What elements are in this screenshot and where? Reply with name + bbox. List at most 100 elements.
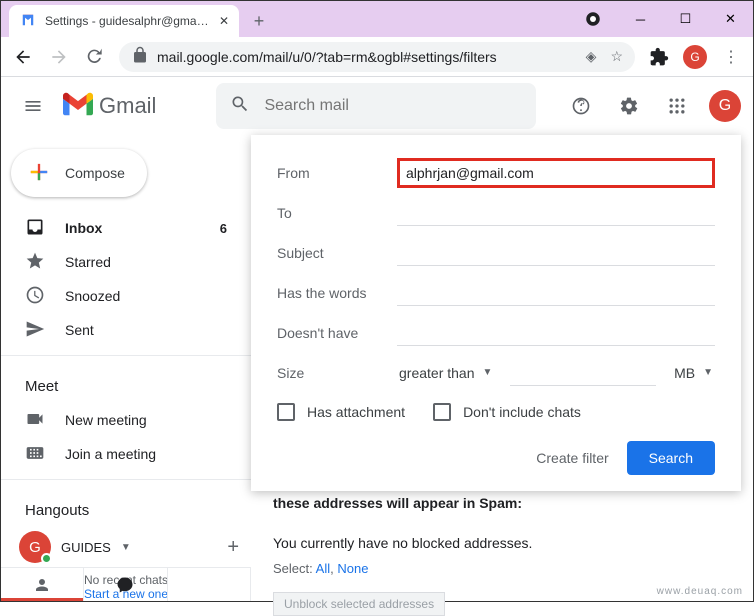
keyboard-icon [25,443,45,466]
hangouts-avatar: G [19,531,51,563]
doesnt-have-input[interactable] [397,321,715,346]
tab-title: Settings - guidesalphr@gmail.co [45,14,211,28]
new-chat-button[interactable]: + [227,536,239,559]
plus-icon [25,158,53,189]
search-bar[interactable] [216,83,536,129]
settings-background: these addresses will appear in Spam: You… [273,495,733,616]
size-unit-dropdown[interactable]: MB▼ [672,361,715,386]
sidebar-item-sent[interactable]: Sent [1,313,239,347]
incognito-icon [578,10,608,28]
size-label: Size [277,365,397,381]
back-button[interactable] [11,45,35,69]
chevron-down-icon: ▼ [703,367,713,378]
select-all-link[interactable]: All [316,561,330,576]
search-icon [230,94,250,119]
bookmark-star-icon[interactable]: ☆ [610,48,623,65]
calls-tab[interactable] [168,568,251,601]
join-meeting-button[interactable]: Join a meeting [1,437,251,471]
sidebar: Compose Inbox 6 Starred Snoozed Sent Mee… [1,135,251,601]
send-icon [25,319,45,342]
reload-button[interactable] [83,45,107,69]
select-label: Select: [273,561,313,576]
address-bar[interactable]: mail.google.com/mail/u/0/?tab=rm&ogbl#se… [119,42,635,72]
presence-indicator-icon [41,553,52,564]
sidebar-label: Inbox [65,220,102,236]
gmail-logo-text: Gmail [99,93,156,119]
settings-button[interactable] [609,86,649,126]
support-button[interactable] [561,86,601,126]
hangouts-username: GUIDES [61,540,111,555]
new-tab-button[interactable]: + [245,7,273,35]
browser-menu-icon[interactable]: ⋮ [719,45,743,69]
video-icon [25,409,45,432]
no-blocked-text: You currently have no blocked addresses. [273,535,733,551]
has-words-label: Has the words [277,285,397,301]
star-icon [25,251,45,274]
compose-button[interactable]: Compose [11,149,147,197]
gmail-logo-icon [63,92,93,121]
to-label: To [277,205,397,221]
from-label: From [277,165,397,181]
sidebar-label: Snoozed [65,288,120,304]
url-text: mail.google.com/mail/u/0/?tab=rm&ogbl#se… [157,49,578,65]
browser-titlebar: Settings - guidesalphr@gmail.co ✕ + ─ ☐ … [1,1,753,37]
unblock-button: Unblock selected addresses [273,592,445,616]
sidebar-item-starred[interactable]: Starred [1,245,239,279]
from-input[interactable] [397,158,715,188]
create-filter-button[interactable]: Create filter [536,450,608,466]
hangouts-tab[interactable] [84,568,167,601]
checkbox-icon [277,403,295,421]
spam-info-text: these addresses will appear in Spam: [273,495,733,525]
gmail-header: Gmail G [1,77,753,135]
checkbox-icon [433,403,451,421]
close-window-button[interactable]: ✕ [708,4,753,34]
apps-button[interactable] [657,86,697,126]
sidebar-label: Sent [65,322,94,338]
has-attachment-checkbox[interactable]: Has attachment [277,403,405,421]
compose-label: Compose [65,165,125,181]
forward-button[interactable] [47,45,71,69]
extensions-icon[interactable] [647,45,671,69]
sidebar-item-snoozed[interactable]: Snoozed [1,279,239,313]
lock-icon [131,46,149,67]
hangouts-user-row[interactable]: G GUIDES ▼ + [1,527,251,567]
subject-label: Subject [277,245,397,261]
to-input[interactable] [397,201,715,226]
select-none-link[interactable]: None [337,561,368,576]
gmail-logo[interactable]: Gmail [63,92,156,121]
inbox-count: 6 [220,221,227,236]
new-meeting-button[interactable]: New meeting [1,403,251,437]
close-tab-icon[interactable]: ✕ [219,14,229,28]
main-menu-button[interactable] [13,86,53,126]
size-operator-dropdown[interactable]: greater than▼ [397,361,494,386]
sidebar-item-inbox[interactable]: Inbox 6 [1,211,239,245]
search-button[interactable]: Search [627,441,715,475]
account-avatar[interactable]: G [709,90,741,122]
profile-avatar-icon[interactable]: G [683,45,707,69]
contacts-tab[interactable] [1,568,84,601]
sidebar-label: Starred [65,254,111,270]
browser-tab[interactable]: Settings - guidesalphr@gmail.co ✕ [9,5,239,37]
size-value-input[interactable] [510,361,656,386]
maximize-button[interactable]: ☐ [663,4,708,34]
doesnt-have-label: Doesn't have [277,325,397,341]
minimize-button[interactable]: ─ [618,4,663,34]
gmail-favicon-icon [19,11,37,32]
dont-include-chats-checkbox[interactable]: Don't include chats [433,403,581,421]
main-content: these addresses will appear in Spam: You… [251,135,753,601]
eye-icon[interactable]: ◈ [586,48,597,65]
clock-icon [25,285,45,308]
meet-heading: Meet [1,364,251,403]
meet-label: Join a meeting [65,446,156,462]
watermark-text: www.deuaq.com [657,586,743,597]
filter-dropdown-card: From To Subject Has the words Doesn't ha… [251,135,741,491]
has-words-input[interactable] [397,281,715,306]
chevron-down-icon[interactable]: ▼ [121,542,131,553]
subject-input[interactable] [397,241,715,266]
bottom-tabs [1,567,251,601]
chevron-down-icon: ▼ [483,367,493,378]
browser-toolbar: mail.google.com/mail/u/0/?tab=rm&ogbl#se… [1,37,753,77]
search-input[interactable] [264,97,522,115]
hangouts-heading: Hangouts [1,488,251,527]
inbox-icon [25,217,45,240]
